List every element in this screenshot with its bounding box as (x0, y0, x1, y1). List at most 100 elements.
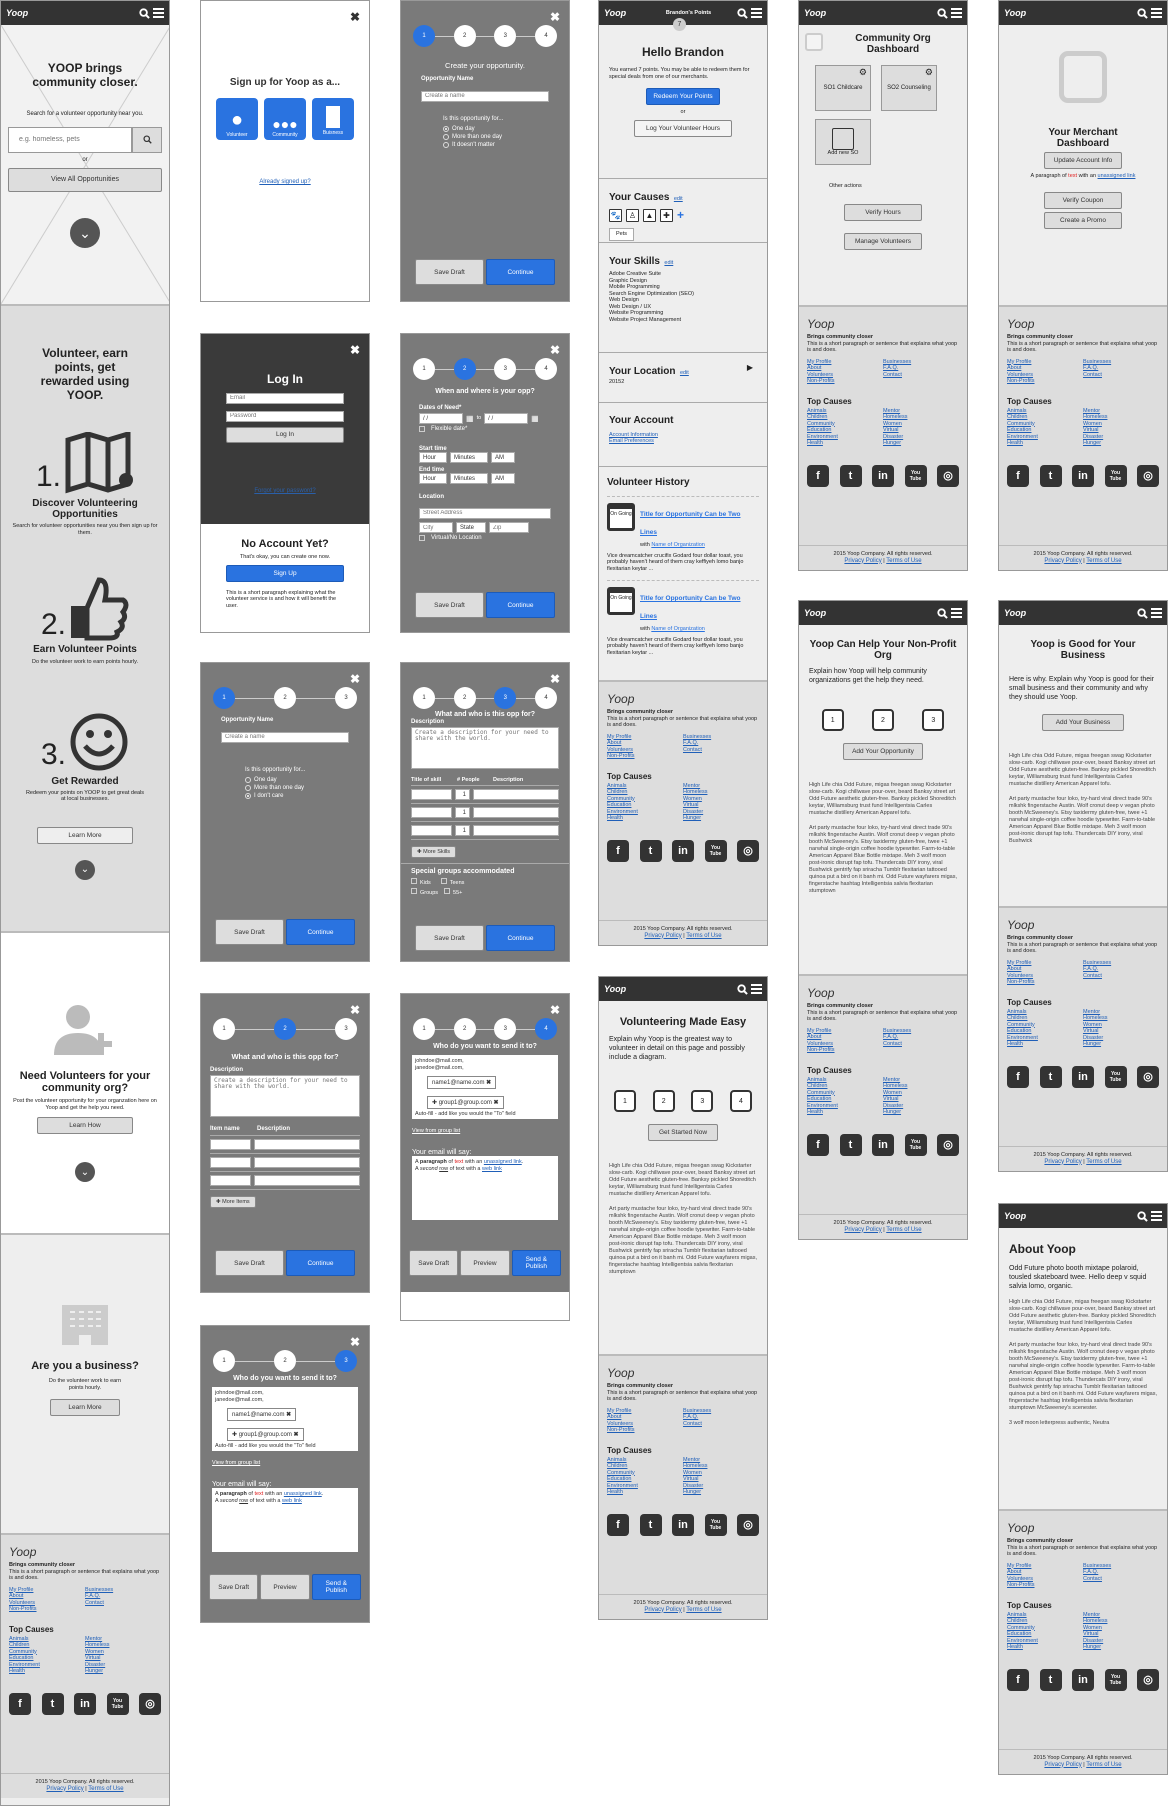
yoop-logo[interactable]: Yoop (804, 8, 826, 18)
terms-link[interactable]: Terms of Use (686, 1607, 721, 1613)
add-opportunity-button[interactable]: Add Your Opportunity (843, 743, 923, 760)
cause-link[interactable]: Hunger (1083, 1041, 1159, 1048)
verify-hours-button[interactable]: Verify Hours (844, 203, 922, 221)
calendar-icon[interactable]: ▦ (531, 414, 539, 423)
step-2[interactable]: 2 (453, 687, 476, 709)
facebook-icon[interactable]: f (607, 1513, 629, 1536)
item-description-input[interactable] (254, 1174, 360, 1186)
recipients-field[interactable]: johndoe@mail.com, janedoe@mail.com, name1… (412, 1055, 558, 1119)
recipient-chip[interactable]: name1@name.com ✖ (227, 1408, 297, 1421)
radio-more-than-one-day[interactable]: More than one day (443, 133, 549, 140)
close-icon[interactable]: ✖ (350, 1335, 360, 1349)
instagram-icon[interactable]: ◎ (737, 839, 759, 862)
step-1[interactable]: 1 (213, 1018, 235, 1040)
twitter-icon[interactable]: t (639, 1513, 662, 1536)
email-body-editor[interactable]: A paragraph of text with an unassigned l… (212, 1488, 358, 1552)
add-cause-icon[interactable]: + (677, 208, 684, 222)
create-promo-button[interactable]: Create a Promo (1044, 211, 1122, 229)
youtube-icon[interactable]: You Tube (1104, 464, 1127, 487)
skill-description-input[interactable] (473, 806, 559, 818)
footer-link[interactable]: Contact (683, 1421, 759, 1428)
sub-org-tile[interactable]: ⚙ SO2 Counseling (881, 65, 937, 111)
privacy-link[interactable]: Privacy Policy (644, 933, 681, 939)
step-4[interactable]: 4 (535, 1018, 558, 1040)
item-description-input[interactable] (254, 1138, 360, 1150)
item-name-input[interactable] (210, 1174, 251, 1186)
linkedin-icon[interactable]: in (872, 464, 894, 487)
youtube-icon[interactable]: You Tube (904, 1133, 927, 1156)
organization-link[interactable]: Name of Organization (651, 626, 705, 632)
learn-how-button[interactable]: Learn How (37, 1117, 133, 1134)
save-draft-button[interactable]: Save Draft (409, 1250, 459, 1276)
cause-link[interactable]: Health (607, 815, 683, 822)
footer-link[interactable]: Non-Profits (607, 1427, 683, 1434)
unassigned-link[interactable]: unassigned link (1098, 173, 1136, 179)
cause-link[interactable]: Health (807, 440, 883, 447)
password-field[interactable] (226, 410, 344, 422)
hamburger-menu-icon[interactable] (1151, 608, 1162, 618)
view-all-opportunities-button[interactable]: View All Opportunities (8, 168, 162, 192)
recipients-field[interactable]: johndoe@mail.com, janedoe@mail.com, name1… (212, 1387, 358, 1451)
cause-link[interactable]: Hunger (883, 1109, 959, 1116)
description-textarea[interactable] (210, 1075, 360, 1117)
save-draft-button[interactable]: Save Draft (415, 592, 484, 618)
remove-icon[interactable]: ✖ (494, 1100, 499, 1106)
group-list-link[interactable]: View from group list (212, 1460, 260, 1466)
graduation-cap-icon[interactable]: ▲ (643, 208, 656, 222)
skill-title-input[interactable] (411, 824, 452, 836)
search-icon[interactable] (1137, 1210, 1148, 1222)
virtual-location-checkbox[interactable]: Virtual/No Location (419, 535, 551, 541)
search-icon[interactable] (737, 7, 748, 19)
hamburger-menu-icon[interactable] (951, 8, 962, 18)
privacy-link[interactable]: Privacy Policy (644, 1607, 681, 1613)
zip-input[interactable] (489, 522, 529, 533)
hamburger-menu-icon[interactable] (153, 8, 164, 18)
cause-link[interactable]: Hunger (683, 815, 759, 822)
linkedin-icon[interactable]: in (672, 1513, 694, 1536)
save-draft-button[interactable]: Save Draft (415, 925, 484, 951)
youtube-icon[interactable]: You Tube (704, 839, 727, 862)
terms-link[interactable]: Terms of Use (686, 933, 721, 939)
hour-select[interactable]: Hour (419, 473, 447, 484)
step-3[interactable]: 3 (494, 358, 517, 380)
recipient-chip[interactable]: name1@name.com ✖ (427, 1076, 497, 1089)
cause-link[interactable]: Health (1007, 440, 1083, 447)
continue-button[interactable]: Continue (286, 1250, 355, 1276)
footer-link[interactable]: Contact (1083, 1576, 1159, 1583)
twitter-icon[interactable]: t (1039, 1065, 1062, 1088)
continue-button[interactable]: Continue (486, 259, 555, 285)
step-1[interactable]: 1 (213, 687, 235, 709)
save-draft-button[interactable]: Save Draft (215, 919, 284, 945)
street-address-input[interactable] (419, 507, 551, 519)
privacy-link[interactable]: Privacy Policy (1044, 1762, 1081, 1768)
search-icon[interactable] (937, 607, 948, 619)
facebook-icon[interactable]: f (1007, 464, 1029, 487)
save-draft-button[interactable]: Save Draft (415, 259, 484, 285)
skill-title-input[interactable] (411, 806, 452, 818)
organization-link[interactable]: Name of Organization (651, 542, 705, 548)
edit-causes-link[interactable]: edit (674, 196, 683, 202)
calendar-icon[interactable]: ▦ (466, 414, 474, 423)
hamburger-menu-icon[interactable] (1151, 8, 1162, 18)
cause-link[interactable]: Health (9, 1668, 85, 1675)
medical-kit-icon[interactable]: ✚ (660, 208, 673, 222)
ampm-select[interactable]: AM (491, 452, 515, 463)
community-option[interactable]: ●●● Community (264, 98, 306, 140)
yoop-logo[interactable]: Yoop (1004, 1211, 1026, 1221)
yoop-logo[interactable]: Yoop (1004, 8, 1026, 18)
cause-link[interactable]: Health (1007, 1644, 1083, 1651)
footer-link[interactable]: Non-Profits (1007, 979, 1083, 986)
cause-link[interactable]: Hunger (883, 440, 959, 447)
chevron-down-circle-icon[interactable]: ⌄ (70, 218, 100, 248)
step-3[interactable]: 3 (335, 1350, 357, 1372)
flexible-date-checkbox[interactable]: Flexible date* (419, 426, 551, 432)
yoop-logo[interactable]: Yoop (604, 984, 626, 994)
terms-link[interactable]: Terms of Use (1086, 1159, 1121, 1165)
yoop-logo[interactable]: Yoop (604, 8, 626, 18)
instagram-icon[interactable]: ◎ (937, 464, 959, 487)
ampm-select[interactable]: AM (491, 473, 515, 484)
item-name-input[interactable] (210, 1138, 251, 1150)
footer-link[interactable]: Non-Profits (9, 1606, 85, 1613)
twitter-icon[interactable]: t (839, 464, 862, 487)
step-4[interactable]: 4 (535, 687, 558, 709)
